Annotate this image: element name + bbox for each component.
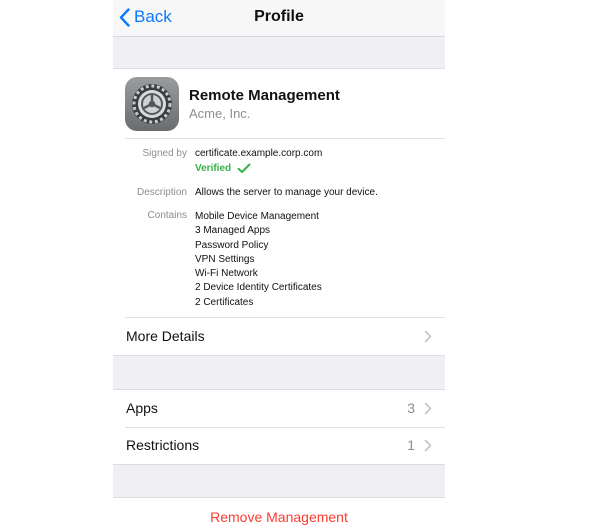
chevron-right-icon [424,330,432,343]
apps-label: Apps [126,400,158,416]
description-value: Allows the server to manage your device. [195,187,378,198]
page-title: Profile [254,8,304,25]
signed-by-value: certificate.example.corp.com [195,148,323,159]
settings-gear-icon [125,77,179,131]
list-item: Wi-Fi Network [195,268,258,280]
list-item: Mobile Device Management [195,211,319,222]
apps-row[interactable]: Apps 3 [113,390,445,427]
navigation-bar: Back Profile [113,0,445,37]
remove-management-card: Remove Management [113,497,445,528]
restrictions-count: 1 [407,437,415,453]
chevron-right-icon [424,402,432,415]
list-item: Password Policy [195,239,269,251]
management-sections-card: Apps 3 Restrictions 1 [113,389,445,465]
profile-organization: Acme, Inc. [189,106,251,121]
list-item: 2 Device Identity Certificates [195,282,322,294]
restrictions-label: Restrictions [126,437,200,453]
verified-label: Verified [195,163,232,174]
profile-card: Remote Management Acme, Inc. Signed by c… [113,68,445,356]
restrictions-row[interactable]: Restrictions 1 [113,427,445,464]
verified-status: Verified [195,163,251,174]
divider [125,138,445,139]
list-item: VPN Settings [195,253,255,265]
profile-name: Remote Management [189,87,340,104]
list-item: 2 Certificates [195,296,254,308]
checkmark-icon [237,163,251,173]
chevron-right-icon [424,439,432,452]
contains-list: Mobile Device Management 3 Managed Apps … [195,210,322,310]
description-label: Description [136,187,187,198]
more-details-label: More Details [126,328,205,344]
signed-by-label: Signed by [142,148,187,159]
remove-management-button[interactable]: Remove Management [113,509,445,525]
list-item: 3 Managed Apps [195,225,271,237]
more-details-row[interactable]: More Details [113,318,445,355]
contains-label: Contains [147,210,187,221]
phone-screen: Back Profile Remote Management Acme, Inc… [113,0,445,528]
apps-count: 3 [407,400,415,416]
